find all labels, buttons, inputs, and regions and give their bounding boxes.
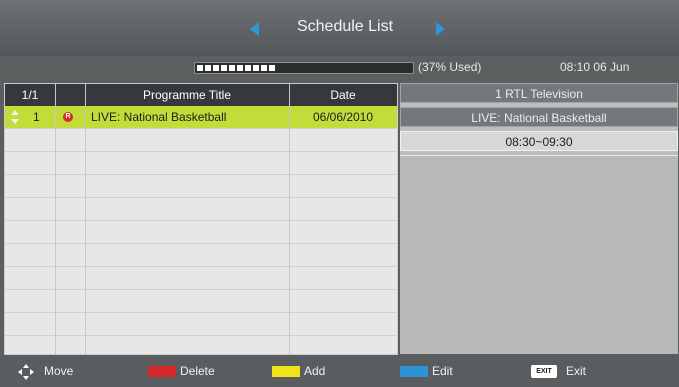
table-row[interactable]: 1 R LIVE: National Basketball 06/06/2010 [5,106,397,129]
page-indicator: 1/1 [21,88,39,102]
updown-icon [11,110,19,125]
row-index: 1 [33,110,40,124]
table-row[interactable] [5,267,397,290]
exit-key-icon[interactable]: EXIT [531,365,557,378]
record-icon: R [63,112,73,122]
footer-bar: Move Delete Add Edit EXIT Exit [0,356,679,387]
storage-usage-fill [197,65,276,71]
table-row[interactable] [5,244,397,267]
row-date: 06/06/2010 [312,110,374,124]
info-body [400,155,678,354]
info-time: 08:30~09:30 [400,131,678,151]
edit-key-icon[interactable] [400,366,428,377]
clock: 08:10 06 Jun [560,60,630,74]
info-event: LIVE: National Basketball [400,107,678,127]
table-row[interactable] [5,221,397,244]
delete-key-icon[interactable] [148,366,176,377]
storage-usage-bar [194,62,414,74]
move-label: Move [44,364,74,378]
column-header-date: Date [330,88,356,102]
table-row[interactable] [5,152,397,175]
table-header: 1/1 Programme Title Date [5,84,397,106]
page-title: Schedule List [296,18,394,35]
exit-button[interactable]: Exit [566,365,586,378]
table-row[interactable] [5,129,397,152]
event-info-panel: 1 RTL Television LIVE: National Basketba… [400,83,678,354]
table-row[interactable] [5,198,397,221]
column-divider [289,84,290,354]
delete-button[interactable]: Delete [180,365,215,378]
schedule-table: 1/1 Programme Title Date 1 R LIVE: Natio… [4,83,398,355]
column-divider [55,84,56,354]
arrow-left-icon[interactable] [250,22,259,36]
table-row[interactable] [5,290,397,313]
header-bar: Schedule List [0,0,679,56]
column-header-title: Programme Title [142,88,232,102]
move-icon [18,364,34,380]
table-row[interactable] [5,175,397,198]
storage-usage-text: (37% Used) [418,60,482,74]
add-key-icon[interactable] [272,366,300,377]
column-divider [85,84,86,354]
edit-button[interactable]: Edit [432,365,453,378]
arrow-right-icon[interactable] [436,22,445,36]
row-title: LIVE: National Basketball [91,110,227,124]
table-row[interactable] [5,313,397,336]
info-channel: 1 RTL Television [400,83,678,103]
add-button[interactable]: Add [304,365,325,378]
